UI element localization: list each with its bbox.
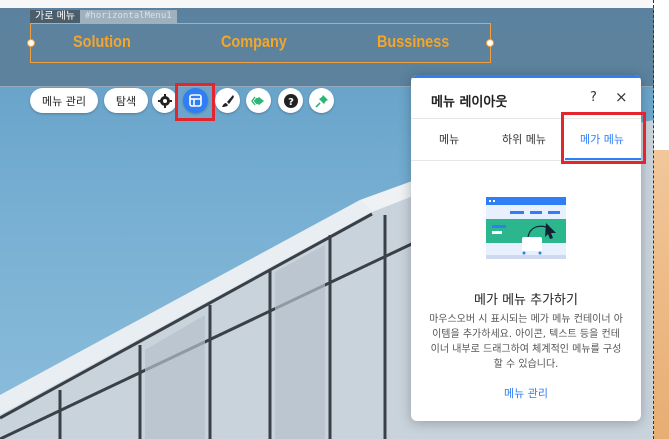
- manage-menu-label: 메뉴 관리: [42, 94, 86, 108]
- help-button[interactable]: ?: [278, 88, 303, 113]
- animation-icon: [250, 96, 264, 105]
- component-id: #horizontalMenu1: [79, 10, 177, 23]
- settings-button[interactable]: [152, 88, 177, 113]
- settings-icon: [157, 93, 172, 108]
- tab-submenu[interactable]: 하위 메뉴: [502, 131, 546, 147]
- panel-close-button[interactable]: ×: [615, 88, 628, 106]
- mega-menu-tab-highlight: [561, 112, 646, 164]
- animation-button[interactable]: [246, 88, 271, 113]
- menu-item-company[interactable]: Company: [221, 32, 287, 52]
- navigate-button[interactable]: 탐색: [104, 88, 148, 113]
- component-name: 가로 메뉴: [30, 10, 80, 23]
- tab-menu[interactable]: 메뉴: [439, 131, 459, 147]
- edge-photo: [654, 150, 669, 439]
- layout-button-highlight: [175, 83, 215, 121]
- design-button[interactable]: [215, 88, 240, 113]
- help-icon: ?: [283, 93, 298, 108]
- svg-text:?: ?: [288, 97, 294, 108]
- editor-canvas: 가로 메뉴 #horizontalMenu1 Solution Company …: [0, 0, 669, 439]
- mega-menu-illustration: [486, 197, 566, 259]
- menu-items: Solution Company Bussiness: [31, 24, 490, 62]
- empty-state-description: 마우스오버 시 표시되는 메가 메뉴 컨테이너 아이템을 추가하세요. 아이콘,…: [429, 314, 623, 370]
- manage-menu-button[interactable]: 메뉴 관리: [30, 88, 98, 113]
- panel-title: 메뉴 레이아웃: [431, 95, 508, 110]
- empty-state-title: 메가 메뉴 추가하기: [474, 293, 578, 308]
- horizontal-menu-selection[interactable]: Solution Company Bussiness: [27, 23, 494, 63]
- panel-help-button[interactable]: ?: [590, 90, 597, 105]
- navigate-label: 탐색: [115, 94, 137, 108]
- pin-icon: [314, 94, 328, 108]
- component-label: 가로 메뉴 #horizontalMenu1: [30, 10, 177, 23]
- right-edge-strip: [654, 0, 669, 439]
- menu-item-bussiness[interactable]: Bussiness: [377, 32, 449, 52]
- top-ruler: [0, 0, 669, 8]
- pin-button[interactable]: [309, 88, 334, 113]
- design-brush-icon: [221, 94, 234, 107]
- menu-item-solution[interactable]: Solution: [73, 32, 131, 52]
- manage-menu-link[interactable]: 메뉴 관리: [411, 385, 641, 401]
